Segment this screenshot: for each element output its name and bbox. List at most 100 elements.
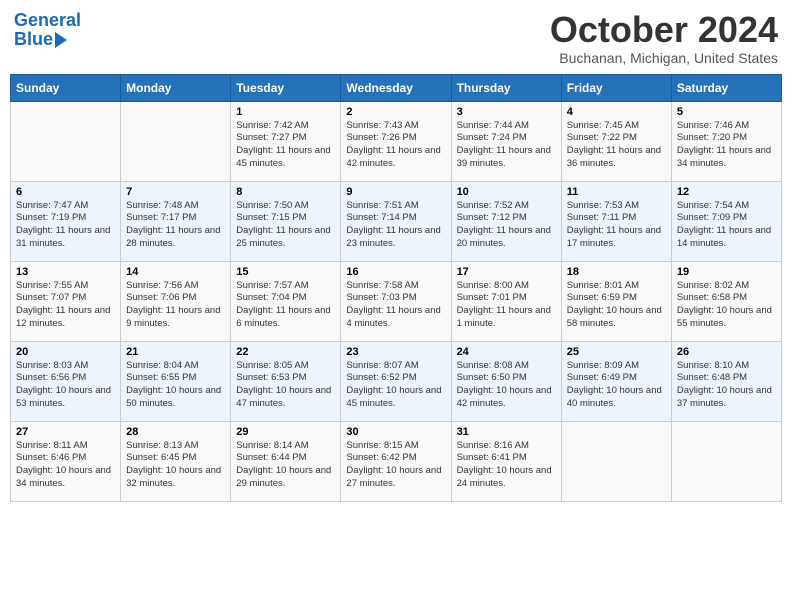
day-info: Sunrise: 8:14 AM Sunset: 6:44 PM Dayligh…: [236, 440, 335, 491]
logo-text: General: [14, 10, 81, 31]
day-info: Sunrise: 8:05 AM Sunset: 6:53 PM Dayligh…: [236, 360, 335, 411]
day-number: 26: [677, 346, 776, 358]
calendar-cell: [671, 421, 781, 501]
day-number: 22: [236, 346, 335, 358]
day-info: Sunrise: 7:51 AM Sunset: 7:14 PM Dayligh…: [346, 200, 445, 251]
day-info: Sunrise: 8:15 AM Sunset: 6:42 PM Dayligh…: [346, 440, 445, 491]
day-number: 13: [16, 266, 115, 278]
calendar-cell: 5 Sunrise: 7:46 AM Sunset: 7:20 PM Daylig…: [671, 101, 781, 181]
day-info: Sunrise: 7:43 AM Sunset: 7:26 PM Dayligh…: [346, 120, 445, 171]
location: Buchanan, Michigan, United States: [550, 50, 778, 66]
calendar-cell: 20 Sunrise: 8:03 AM Sunset: 6:56 PM Dayli…: [11, 341, 121, 421]
day-number: 1: [236, 106, 335, 118]
logo-text2: Blue: [14, 29, 53, 50]
day-number: 11: [567, 186, 666, 198]
day-number: 9: [346, 186, 445, 198]
calendar-cell: 23 Sunrise: 8:07 AM Sunset: 6:52 PM Dayli…: [341, 341, 451, 421]
day-number: 10: [457, 186, 556, 198]
day-info: Sunrise: 8:03 AM Sunset: 6:56 PM Dayligh…: [16, 360, 115, 411]
calendar-cell: 13 Sunrise: 7:55 AM Sunset: 7:07 PM Dayli…: [11, 261, 121, 341]
day-number: 12: [677, 186, 776, 198]
day-info: Sunrise: 7:44 AM Sunset: 7:24 PM Dayligh…: [457, 120, 556, 171]
day-info: Sunrise: 7:53 AM Sunset: 7:11 PM Dayligh…: [567, 200, 666, 251]
calendar-cell: 10 Sunrise: 7:52 AM Sunset: 7:12 PM Dayli…: [451, 181, 561, 261]
calendar-cell: 22 Sunrise: 8:05 AM Sunset: 6:53 PM Dayli…: [231, 341, 341, 421]
day-number: 16: [346, 266, 445, 278]
day-info: Sunrise: 8:10 AM Sunset: 6:48 PM Dayligh…: [677, 360, 776, 411]
day-info: Sunrise: 7:50 AM Sunset: 7:15 PM Dayligh…: [236, 200, 335, 251]
col-wednesday: Wednesday: [341, 74, 451, 101]
month-title: October 2024: [550, 10, 778, 50]
calendar-cell: [561, 421, 671, 501]
day-number: 29: [236, 426, 335, 438]
week-row-3: 13 Sunrise: 7:55 AM Sunset: 7:07 PM Dayli…: [11, 261, 782, 341]
day-info: Sunrise: 8:16 AM Sunset: 6:41 PM Dayligh…: [457, 440, 556, 491]
day-number: 27: [16, 426, 115, 438]
day-number: 20: [16, 346, 115, 358]
calendar-cell: 3 Sunrise: 7:44 AM Sunset: 7:24 PM Daylig…: [451, 101, 561, 181]
calendar-cell: 14 Sunrise: 7:56 AM Sunset: 7:06 PM Dayli…: [121, 261, 231, 341]
day-info: Sunrise: 8:01 AM Sunset: 6:59 PM Dayligh…: [567, 280, 666, 331]
calendar-cell: [121, 101, 231, 181]
day-number: 5: [677, 106, 776, 118]
calendar-header: Sunday Monday Tuesday Wednesday Thursday…: [11, 74, 782, 101]
day-number: 25: [567, 346, 666, 358]
day-info: Sunrise: 7:42 AM Sunset: 7:27 PM Dayligh…: [236, 120, 335, 171]
calendar-cell: 21Sunrise: 8:04 AM Sunset: 6:55 PM Dayli…: [121, 341, 231, 421]
day-number: 23: [346, 346, 445, 358]
calendar-cell: 31 Sunrise: 8:16 AM Sunset: 6:41 PM Dayli…: [451, 421, 561, 501]
calendar-cell: 15Sunrise: 7:57 AM Sunset: 7:04 PM Dayli…: [231, 261, 341, 341]
title-section: October 2024 Buchanan, Michigan, United …: [550, 10, 778, 66]
logo: General Blue: [14, 10, 81, 50]
day-info: Sunrise: 8:02 AM Sunset: 6:58 PM Dayligh…: [677, 280, 776, 331]
logo-arrow-icon: [55, 32, 67, 48]
day-info: Sunrise: 7:58 AM Sunset: 7:03 PM Dayligh…: [346, 280, 445, 331]
day-info: Sunrise: 8:04 AM Sunset: 6:55 PM Dayligh…: [126, 360, 225, 411]
week-row-4: 20 Sunrise: 8:03 AM Sunset: 6:56 PM Dayli…: [11, 341, 782, 421]
day-number: 31: [457, 426, 556, 438]
calendar-cell: 25 Sunrise: 8:09 AM Sunset: 6:49 PM Dayli…: [561, 341, 671, 421]
calendar-cell: 27Sunrise: 8:11 AM Sunset: 6:46 PM Dayli…: [11, 421, 121, 501]
calendar-cell: 30 Sunrise: 8:15 AM Sunset: 6:42 PM Dayli…: [341, 421, 451, 501]
day-info: Sunrise: 7:46 AM Sunset: 7:20 PM Dayligh…: [677, 120, 776, 171]
header-row: Sunday Monday Tuesday Wednesday Thursday…: [11, 74, 782, 101]
week-row-1: 1 Sunrise: 7:42 AM Sunset: 7:27 PM Daylig…: [11, 101, 782, 181]
day-number: 3: [457, 106, 556, 118]
day-info: Sunrise: 7:55 AM Sunset: 7:07 PM Dayligh…: [16, 280, 115, 331]
day-info: Sunrise: 8:07 AM Sunset: 6:52 PM Dayligh…: [346, 360, 445, 411]
day-info: Sunrise: 8:13 AM Sunset: 6:45 PM Dayligh…: [126, 440, 225, 491]
day-info: Sunrise: 7:54 AM Sunset: 7:09 PM Dayligh…: [677, 200, 776, 251]
calendar-cell: 2 Sunrise: 7:43 AM Sunset: 7:26 PM Daylig…: [341, 101, 451, 181]
week-row-2: 6Sunrise: 7:47 AM Sunset: 7:19 PM Daylig…: [11, 181, 782, 261]
col-friday: Friday: [561, 74, 671, 101]
day-number: 17: [457, 266, 556, 278]
day-number: 28: [126, 426, 225, 438]
day-number: 19: [677, 266, 776, 278]
calendar-cell: 17 Sunrise: 8:00 AM Sunset: 7:01 PM Dayli…: [451, 261, 561, 341]
calendar-cell: 18Sunrise: 8:01 AM Sunset: 6:59 PM Dayli…: [561, 261, 671, 341]
calendar-cell: 11 Sunrise: 7:53 AM Sunset: 7:11 PM Dayli…: [561, 181, 671, 261]
day-number: 30: [346, 426, 445, 438]
calendar-cell: 29 Sunrise: 8:14 AM Sunset: 6:44 PM Dayli…: [231, 421, 341, 501]
day-info: Sunrise: 8:09 AM Sunset: 6:49 PM Dayligh…: [567, 360, 666, 411]
day-number: 15: [236, 266, 335, 278]
calendar-cell: 7Sunrise: 7:48 AM Sunset: 7:17 PM Daylig…: [121, 181, 231, 261]
calendar-cell: [11, 101, 121, 181]
day-number: 8: [236, 186, 335, 198]
day-info: Sunrise: 8:00 AM Sunset: 7:01 PM Dayligh…: [457, 280, 556, 331]
day-info: Sunrise: 7:47 AM Sunset: 7:19 PM Dayligh…: [16, 200, 115, 251]
day-info: Sunrise: 7:52 AM Sunset: 7:12 PM Dayligh…: [457, 200, 556, 251]
day-number: 4: [567, 106, 666, 118]
col-monday: Monday: [121, 74, 231, 101]
page-header: General Blue October 2024 Buchanan, Mich…: [10, 10, 782, 66]
day-info: Sunrise: 7:45 AM Sunset: 7:22 PM Dayligh…: [567, 120, 666, 171]
day-info: Sunrise: 7:56 AM Sunset: 7:06 PM Dayligh…: [126, 280, 225, 331]
day-number: 14: [126, 266, 225, 278]
calendar-cell: 26 Sunrise: 8:10 AM Sunset: 6:48 PM Dayli…: [671, 341, 781, 421]
day-number: 2: [346, 106, 445, 118]
calendar-cell: 28 Sunrise: 8:13 AM Sunset: 6:45 PM Dayli…: [121, 421, 231, 501]
calendar-table: Sunday Monday Tuesday Wednesday Thursday…: [10, 74, 782, 502]
calendar-cell: 16 Sunrise: 7:58 AM Sunset: 7:03 PM Dayli…: [341, 261, 451, 341]
day-info: Sunrise: 7:48 AM Sunset: 7:17 PM Dayligh…: [126, 200, 225, 251]
col-sunday: Sunday: [11, 74, 121, 101]
